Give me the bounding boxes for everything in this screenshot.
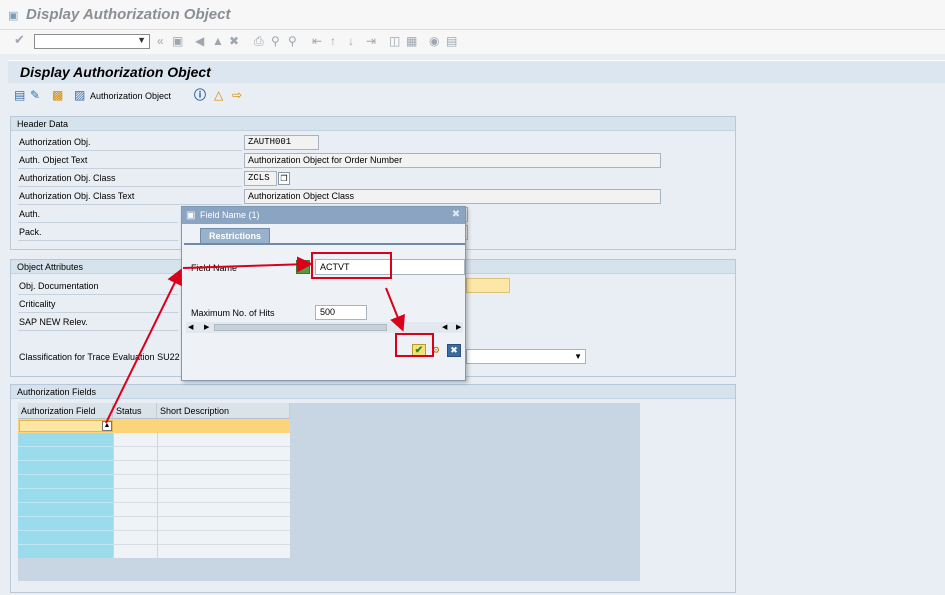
arrow-to-field-name	[105, 268, 182, 424]
annotation-arrows	[105, 256, 405, 424]
arrow-to-field-input	[182, 256, 313, 273]
arrow-to-confirm	[385, 287, 405, 332]
